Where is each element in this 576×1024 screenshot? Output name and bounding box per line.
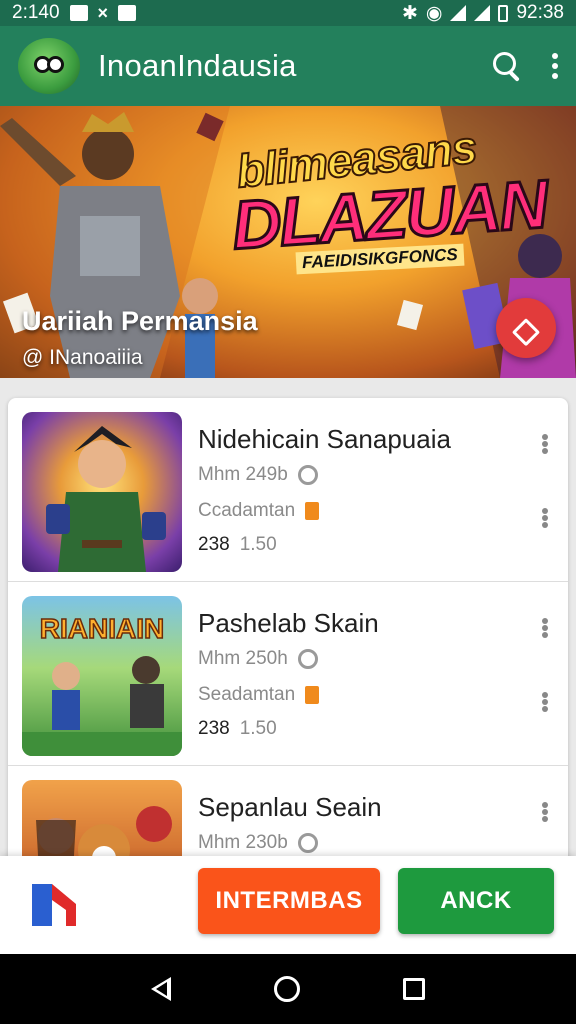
rating-icon (297, 833, 318, 853)
list-item[interactable]: RIANIAIN Pashelab Skain Mhm 250h Seadamt… (8, 582, 568, 766)
thumbnail-title: RIANIAIN (40, 613, 164, 644)
game-category: Seadamtan (198, 684, 296, 705)
app-title: InoanIndausia (98, 48, 297, 83)
game-category: Ccadamtan (198, 500, 296, 521)
system-nav-bar (0, 954, 576, 1024)
game-title: Pashelab Skain (198, 608, 379, 638)
app-bar: InoanIndausia (0, 26, 576, 106)
banner-handle: @ INanoaiiia (22, 346, 143, 369)
alarm-icon: ◉ (425, 2, 443, 24)
game-title: Sepanlau Seain (198, 792, 382, 822)
game-rating: 1.50 (239, 718, 277, 739)
bottom-action-bar: INTERMBAS ANCK (0, 856, 576, 954)
game-price: 238 (198, 718, 230, 739)
item-menu-icon[interactable] (542, 618, 548, 638)
primary-action-button[interactable]: INTERMBAS (198, 868, 380, 934)
home-icon[interactable] (273, 976, 300, 1002)
featured-banner[interactable]: blimeasans DLAZUAN FAEIDISIKGFONCS Uarii… (0, 106, 576, 378)
game-size: Mhm 249b (198, 464, 288, 485)
status-time-left: 2:140 (12, 2, 60, 23)
game-size: Mhm 230b (198, 832, 288, 853)
status-time-right: 92:38 (516, 2, 564, 23)
banner-title: Uariiah Permansia (22, 306, 258, 336)
status-bar: 2:140 × ✱ ◉ 92:38 (0, 0, 576, 26)
favorite-button[interactable] (496, 298, 556, 358)
battery-icon (498, 4, 509, 22)
app-logo (18, 38, 80, 94)
game-title: Nidehicain Sanapuaia (198, 424, 451, 454)
more-vert-icon[interactable] (552, 53, 558, 79)
list-item[interactable]: Nidehicain Sanapuaia Mhm 249b Ccadamtan … (8, 398, 568, 582)
badge-icon (305, 502, 320, 520)
list-item[interactable]: Sepanlau Seain Mhm 230b (8, 766, 568, 868)
brand-logo (32, 884, 76, 926)
secondary-action-button[interactable]: ANCK (398, 868, 554, 934)
item-menu-icon[interactable] (542, 434, 548, 454)
rating-icon (297, 465, 318, 485)
signal-icon (474, 5, 491, 21)
badge-icon (305, 686, 320, 704)
game-rating: 1.50 (239, 534, 277, 555)
game-thumbnail: RIANIAIN (22, 596, 182, 756)
heart-icon (508, 310, 545, 347)
mail-icon (69, 5, 88, 21)
game-list: Nidehicain Sanapuaia Mhm 249b Ccadamtan … (8, 398, 568, 868)
game-price: 238 (198, 534, 230, 555)
item-options-icon[interactable] (542, 508, 548, 528)
search-icon[interactable] (492, 51, 522, 81)
close-notification-icon: × (97, 2, 109, 23)
game-size: Mhm 250h (198, 648, 288, 669)
game-thumbnail (22, 780, 182, 868)
message-icon (118, 5, 137, 21)
recents-icon[interactable] (402, 978, 425, 1000)
rating-icon (297, 649, 318, 669)
item-menu-icon[interactable] (542, 802, 548, 822)
bluetooth-icon: ✱ (401, 2, 418, 24)
item-options-icon[interactable] (542, 692, 548, 712)
game-thumbnail (22, 412, 182, 572)
wifi-icon (450, 5, 467, 21)
back-icon[interactable] (151, 977, 172, 1001)
